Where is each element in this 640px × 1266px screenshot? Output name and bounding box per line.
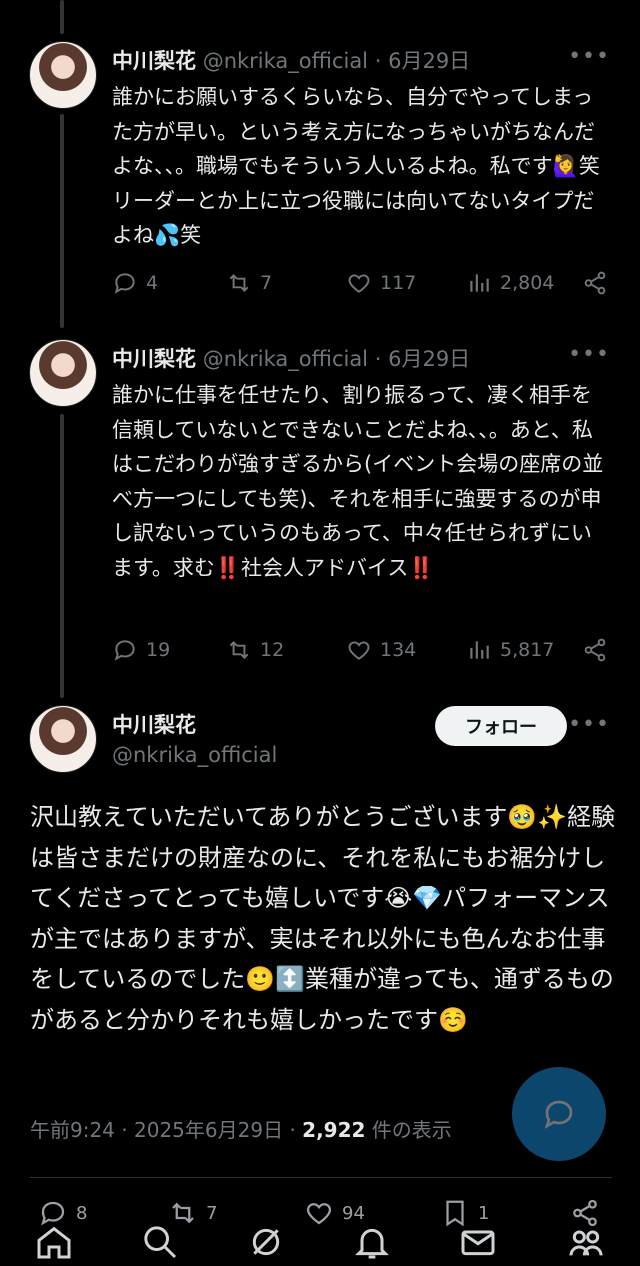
avatar[interactable] — [29, 339, 97, 407]
views-button[interactable]: 5,817 — [466, 637, 554, 663]
main-tweet-text: 沢山教えていただいてありがとうございます🥹✨経験は皆さまだけの財産なのに、それを… — [30, 803, 616, 1034]
like-button[interactable]: 134 — [346, 637, 416, 663]
views-label: 件の表示 — [371, 1118, 452, 1142]
compose-icon — [544, 1100, 573, 1129]
like-button[interactable]: 117 — [346, 270, 416, 296]
repost-count: 7 — [260, 272, 273, 294]
nav-communities[interactable] — [562, 1218, 610, 1266]
avatar[interactable] — [29, 705, 97, 773]
main-author-name[interactable]: 中川梨花 — [112, 709, 196, 739]
share-icon — [584, 271, 606, 295]
compose-button[interactable] — [512, 1067, 606, 1161]
repost-button[interactable]: 12 — [226, 637, 284, 663]
separator: · — [374, 49, 382, 73]
mail-icon — [461, 1230, 495, 1256]
like-count: 117 — [380, 272, 417, 294]
separator: · — [121, 1118, 128, 1142]
repost-icon — [229, 274, 249, 292]
nav-notifications[interactable] — [348, 1218, 396, 1266]
tweet-actions: 4 7 117 2,804 — [112, 270, 612, 300]
author-handle[interactable]: @nkrika_official — [203, 49, 368, 73]
repost-icon — [229, 641, 249, 659]
tweet-text: 誰かにお願いするくらいなら、自分でやってしまった方が早い。という考え方になっちゃ… — [112, 85, 621, 247]
thread-line-1 — [60, 114, 64, 328]
tweet-header: 中川梨花 @nkrika_official · 6月29日 — [112, 45, 470, 75]
more-icon[interactable]: ••• — [568, 342, 610, 367]
like-icon — [348, 274, 370, 293]
author-name[interactable]: 中川梨花 — [112, 49, 196, 73]
search-icon — [144, 1226, 177, 1259]
reply-count: 4 — [146, 272, 159, 294]
nav-messages[interactable] — [454, 1218, 502, 1266]
main-author-handle[interactable]: @nkrika_official — [112, 743, 277, 767]
views-icon — [470, 641, 489, 659]
author-handle[interactable]: @nkrika_official — [203, 347, 368, 371]
author-name[interactable]: 中川梨花 — [112, 347, 196, 371]
tweet-full-date[interactable]: 2025年6月29日 — [134, 1118, 283, 1142]
thread-line-top — [60, 0, 64, 34]
communities-icon — [569, 1230, 603, 1256]
follow-button[interactable]: フォロー — [435, 706, 567, 746]
like-count: 134 — [380, 639, 417, 661]
thread-line-2 — [60, 414, 64, 698]
tweet-header: 中川梨花 @nkrika_official · 6月29日 — [112, 343, 470, 373]
share-button[interactable] — [582, 270, 608, 296]
share-button[interactable] — [582, 637, 608, 663]
bell-icon — [355, 1228, 389, 1259]
share-icon — [584, 638, 606, 662]
tweet-date[interactable]: 6月29日 — [388, 347, 470, 371]
repost-count: 12 — [260, 639, 285, 661]
reply-button[interactable]: 19 — [112, 637, 170, 663]
tweet-text: 誰かに仕事を任せたり、割り振るって、凄く相手を信頼していないとできないことだよね… — [112, 383, 604, 580]
avatar[interactable] — [29, 41, 97, 109]
reply-count: 19 — [146, 639, 171, 661]
views-count: 2,804 — [500, 272, 555, 294]
like-icon — [348, 641, 370, 660]
separator: · — [289, 1118, 296, 1142]
separator: · — [374, 347, 382, 371]
more-icon[interactable]: ••• — [568, 44, 610, 69]
tweet-time[interactable]: 午前9:24 — [30, 1118, 115, 1142]
views-total[interactable]: 2,922 — [302, 1118, 365, 1142]
views-icon — [470, 274, 489, 292]
reply-icon — [114, 640, 135, 661]
more-icon[interactable]: ••• — [568, 712, 610, 737]
nav-search[interactable] — [136, 1218, 184, 1266]
tweet-meta: 午前9:24 · 2025年6月29日 · 2,922 件の表示 — [30, 1114, 452, 1143]
reply-button[interactable]: 4 — [112, 270, 158, 296]
repost-button[interactable]: 7 — [226, 270, 272, 296]
reply-icon — [114, 273, 135, 294]
home-icon — [37, 1226, 71, 1259]
tweet-date[interactable]: 6月29日 — [388, 49, 470, 73]
bottom-nav — [0, 1218, 640, 1266]
nav-grok[interactable] — [242, 1218, 290, 1266]
divider — [30, 1177, 612, 1178]
tweet-actions: 19 12 134 5,817 — [112, 637, 612, 667]
views-button[interactable]: 2,804 — [466, 270, 554, 296]
views-count: 5,817 — [500, 639, 555, 661]
nav-home[interactable] — [30, 1218, 78, 1266]
grok-icon — [252, 1228, 280, 1256]
